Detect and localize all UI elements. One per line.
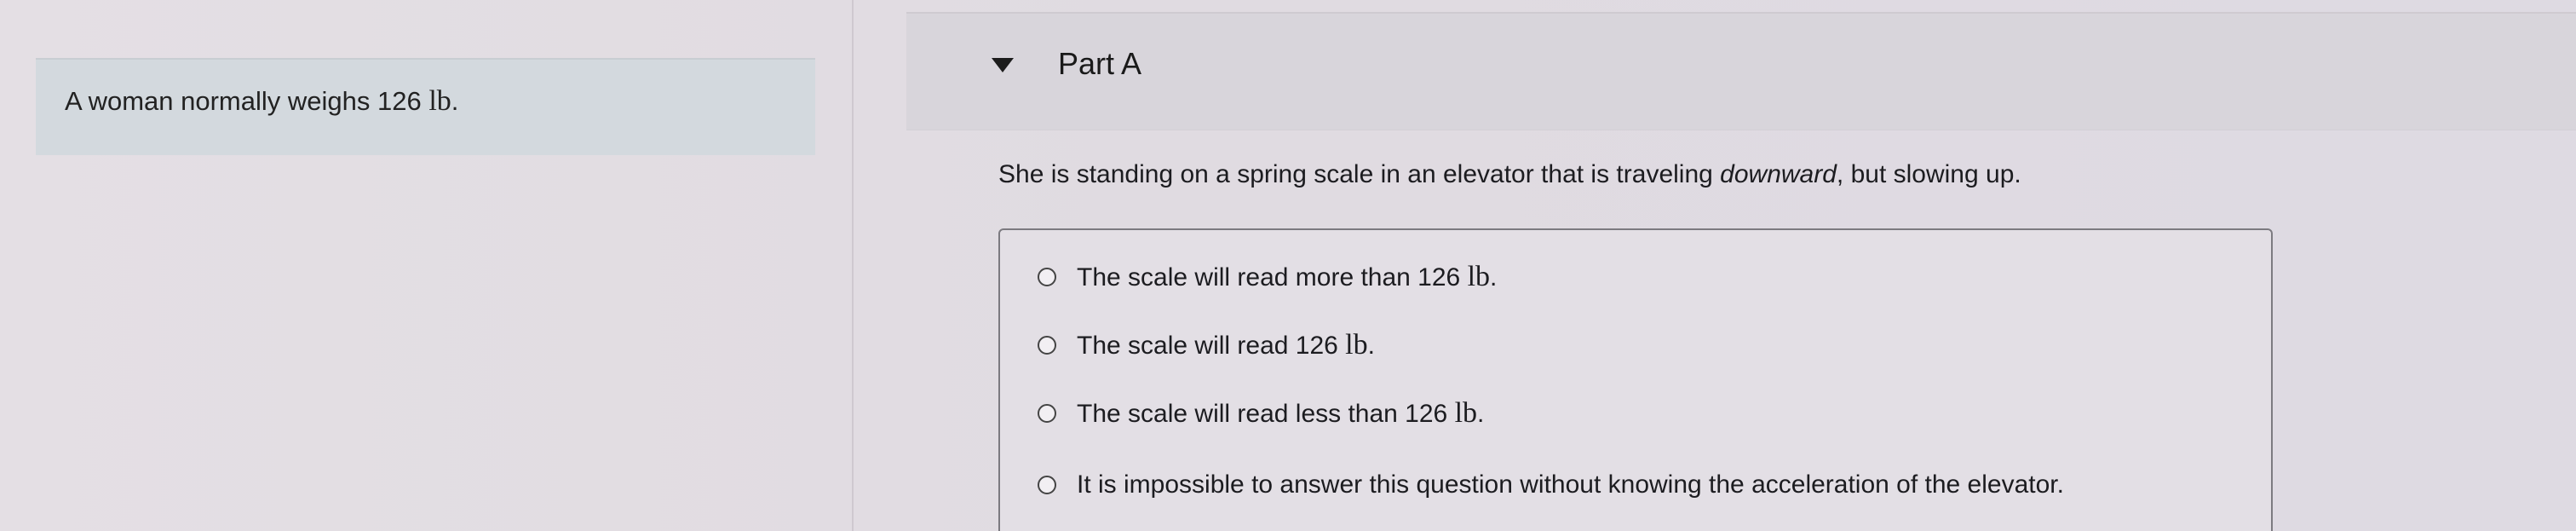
question-text-after: , but slowing up. — [1836, 160, 2021, 188]
problem-statement-end: . — [451, 86, 459, 116]
radio-button-icon[interactable] — [1038, 476, 1056, 494]
problem-statement-box: A woman normally weighs 126 lb. — [36, 58, 815, 155]
option-more-than[interactable]: The scale will read more than 126 lb. — [1038, 261, 1497, 293]
option-less-than[interactable]: The scale will read less than 126 lb. — [1038, 397, 1484, 430]
page: A woman normally weighs 126 lb. Part A S… — [0, 0, 2576, 531]
question-pane: Part A She is standing on a spring scale… — [854, 0, 2576, 531]
option-end: . — [1477, 400, 1485, 428]
option-unit: lb — [1345, 329, 1368, 361]
option-impossible[interactable]: It is impossible to answer this question… — [1038, 470, 2064, 499]
question-text: She is standing on a spring scale in an … — [998, 160, 2021, 189]
collapse-triangle-icon[interactable] — [992, 58, 1014, 72]
problem-statement: A woman normally weighs 126 lb. — [65, 85, 458, 118]
problem-pane: A woman normally weighs 126 lb. — [0, 0, 854, 531]
part-title[interactable]: Part A — [1058, 46, 1141, 82]
radio-button-icon[interactable] — [1038, 336, 1056, 355]
option-label[interactable]: It is impossible to answer this question… — [1077, 470, 2064, 499]
option-text: The scale will read more than 126 — [1077, 263, 1461, 291]
question-text-before: She is standing on a spring scale in an … — [998, 160, 1721, 188]
option-label[interactable]: The scale will read 126 lb. — [1077, 329, 1375, 361]
option-text: The scale will read 126 — [1077, 332, 1338, 360]
part-header[interactable]: Part A — [906, 12, 2576, 130]
option-end: . — [1367, 332, 1375, 360]
option-text: It is impossible to answer this question… — [1077, 470, 2064, 499]
problem-statement-unit: lb — [428, 85, 451, 117]
radio-button-icon[interactable] — [1038, 268, 1056, 286]
option-label[interactable]: The scale will read less than 126 lb. — [1077, 397, 1484, 430]
radio-button-icon[interactable] — [1038, 404, 1056, 423]
answer-options-box: The scale will read more than 126 lb. Th… — [998, 228, 2273, 531]
option-unit: lb — [1467, 261, 1491, 292]
option-end: . — [1490, 263, 1498, 291]
option-label[interactable]: The scale will read more than 126 lb. — [1077, 261, 1497, 293]
option-equal[interactable]: The scale will read 126 lb. — [1038, 329, 1375, 361]
option-unit: lb — [1454, 397, 1478, 429]
option-text: The scale will read less than 126 — [1077, 400, 1448, 428]
question-text-emphasis: downward — [1720, 160, 1837, 188]
problem-statement-text: A woman normally weighs 126 — [65, 86, 422, 116]
